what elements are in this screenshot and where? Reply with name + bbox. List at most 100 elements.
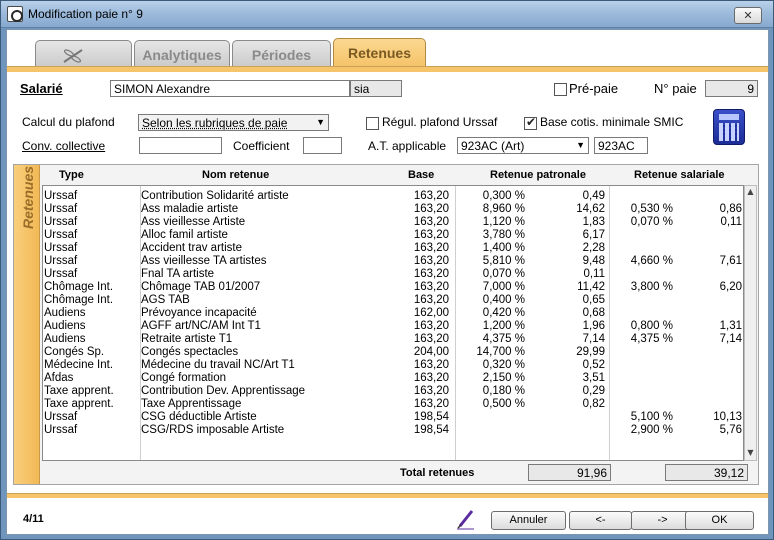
tab-bar: Analytiques Périodes Retenues [7,30,768,72]
table-row[interactable]: Urssaf Ass vieillesse TA artistes 163,20 5,… [43,255,743,268]
cell-base: 163,20 [413,320,449,332]
total-label: Total retenues [400,467,475,479]
table-row[interactable]: Audiens Prévoyance incapacité 162,00 0,420 … [43,307,743,320]
cell-p-montant: 0,11 [583,268,605,280]
cell-nom: AGS TAB [141,294,190,306]
page-counter: 4/11 [23,513,44,525]
tab-retenues[interactable]: Retenues [333,38,426,68]
cell-nom: Chômage TAB 01/2007 [141,281,261,293]
calculator-icon[interactable] [713,109,745,145]
salarie-label[interactable]: Salarié [20,81,63,96]
cell-s-montant: 7,14 [719,333,742,345]
table-row[interactable]: Urssaf Ass maladie artiste 163,20 8,960 % 14… [43,203,743,216]
scroll-up-icon[interactable]: ▲ [745,187,756,198]
cell-p-taux: 0,180 % [482,385,525,397]
table-row[interactable]: Audiens AGFF art/NC/AM Int T1 163,20 1,200 … [43,320,743,333]
table-row[interactable]: Urssaf CSG/RDS imposable Artiste 198,54 2,9… [43,424,743,437]
table-row[interactable]: Urssaf Fnal TA artiste 163,20 0,070 % 0,11 [43,268,743,281]
table-row[interactable]: Afdas Congé formation 163,20 2,150 % 3,51 [43,372,743,385]
pen-icon[interactable] [455,508,477,530]
salarie-name-field[interactable]: SIMON Alexandre [110,80,350,97]
cell-type: Urssaf [44,255,78,267]
base-cotis-label: Base cotis. minimale SMIC [540,115,684,129]
col-nom[interactable]: Nom retenue [202,169,269,181]
tab-general[interactable] [35,40,132,68]
table-row[interactable]: Urssaf Alloc famil artiste 163,20 3,780 % 6,… [43,229,743,242]
close-button[interactable]: ✕ [734,7,762,24]
cell-p-taux: 0,300 % [482,190,525,202]
dragonfly-icon [63,49,83,63]
table-row[interactable]: Congés Sp. Congés spectacles 204,00 14,700 … [43,346,743,359]
base-cotis-checkbox[interactable] [524,115,537,130]
cell-nom: Congés spectacles [141,346,239,358]
cell-p-taux: 14,700 % [476,346,525,358]
cell-s-taux: 3,800 % [630,281,673,293]
conv-collective-field[interactable] [139,137,222,154]
ok-button[interactable]: OK [685,511,754,530]
cell-base: 163,20 [413,398,449,410]
scroll-down-icon[interactable]: ▼ [745,448,756,459]
coefficient-field[interactable] [303,137,342,154]
cell-nom: Accident trav artiste [141,242,242,254]
cell-p-taux: 0,400 % [482,294,525,306]
cell-p-taux: 1,200 % [482,320,525,332]
col-base[interactable]: Base [408,169,434,181]
cell-p-montant: 7,14 [582,333,605,345]
cell-type: Urssaf [44,242,78,254]
table-row[interactable]: Taxe apprent. Taxe Apprentissage 163,20 0,5… [43,398,743,411]
table-row[interactable]: Chômage Int. AGS TAB 163,20 0,400 % 0,65 [43,294,743,307]
cell-nom: Alloc famil artiste [141,229,228,241]
footer: 4/11 Annuler <- -> OK [7,498,768,534]
cell-p-montant: 11,42 [577,281,605,293]
cell-base: 198,54 [413,424,449,436]
cell-base: 204,00 [413,346,449,358]
cell-base: 163,20 [413,255,449,267]
table-row[interactable]: Audiens Retraite artiste T1 163,20 4,375 % 7… [43,333,743,346]
cell-p-taux: 0,420 % [482,307,525,319]
dropdown-arrow-icon: ▼ [316,117,325,127]
table-row[interactable]: Urssaf CSG déductible Artiste 198,54 5,100 … [43,411,743,424]
table-row[interactable]: Urssaf Contribution Solidarité artiste 163… [43,190,743,203]
cell-p-montant: 0,49 [582,190,605,202]
col-patronale[interactable]: Retenue patronale [490,169,586,181]
cell-base: 163,20 [413,385,449,397]
tab-analytiques[interactable]: Analytiques [134,40,230,68]
cell-nom: Retraite artiste T1 [141,333,233,345]
cell-base: 163,20 [413,372,449,384]
cell-nom: Taxe Apprentissage [141,398,242,410]
cancel-button[interactable]: Annuler [491,511,566,530]
cell-p-taux: 0,320 % [482,359,525,371]
total-patronale-field: 91,96 [528,464,611,481]
calcul-plafond-label: Calcul du plafond [22,115,115,129]
col-type[interactable]: Type [59,169,84,181]
cell-p-taux: 8,960 % [482,203,525,215]
cell-nom: Contribution Solidarité artiste [141,190,289,202]
totals-row: Total retenues 91,96 39,12 [42,462,757,484]
cell-p-taux: 0,070 % [482,268,525,280]
cell-nom: Prévoyance incapacité [141,307,257,319]
table-row[interactable]: Urssaf Accident trav artiste 163,20 1,400 %… [43,242,743,255]
table-row[interactable]: Chômage Int. Chômage TAB 01/2007 163,20 7,0… [43,281,743,294]
table-row[interactable]: Urssaf Ass vieillesse Artiste 163,20 1,120 … [43,216,743,229]
table-row[interactable]: Médecine Int. Médecine du travail NC/Art … [43,359,743,372]
cell-p-taux: 1,120 % [482,216,525,228]
at-applicable-select[interactable]: 923AC (Art) ▼ [457,137,589,154]
cell-nom: CSG déductible Artiste [141,411,257,423]
calcul-plafond-select[interactable]: Selon les rubriques de paie ▼ [138,114,329,131]
col-salariale[interactable]: Retenue salariale [634,169,725,181]
cell-s-montant: 7,61 [719,255,742,267]
cell-p-montant: 1,96 [582,320,605,332]
conv-collective-label[interactable]: Conv. collective [22,139,105,153]
cell-s-montant: 0,86 [719,203,742,215]
cell-p-taux: 2,150 % [482,372,525,384]
tab-periodes[interactable]: Périodes [232,40,331,68]
cell-nom: Congé formation [141,372,227,384]
cell-nom: Ass maladie artiste [141,203,239,215]
prepaie-checkbox[interactable] [554,83,567,96]
table-scrollbar[interactable]: ▲ ▼ [744,185,757,461]
cell-base: 163,20 [413,216,449,228]
previous-button[interactable]: <- [569,511,632,530]
npaie-field: 9 [705,80,758,97]
table-row[interactable]: Taxe apprent. Contribution Dev. Apprentis… [43,385,743,398]
regul-plafond-checkbox[interactable] [366,117,379,130]
